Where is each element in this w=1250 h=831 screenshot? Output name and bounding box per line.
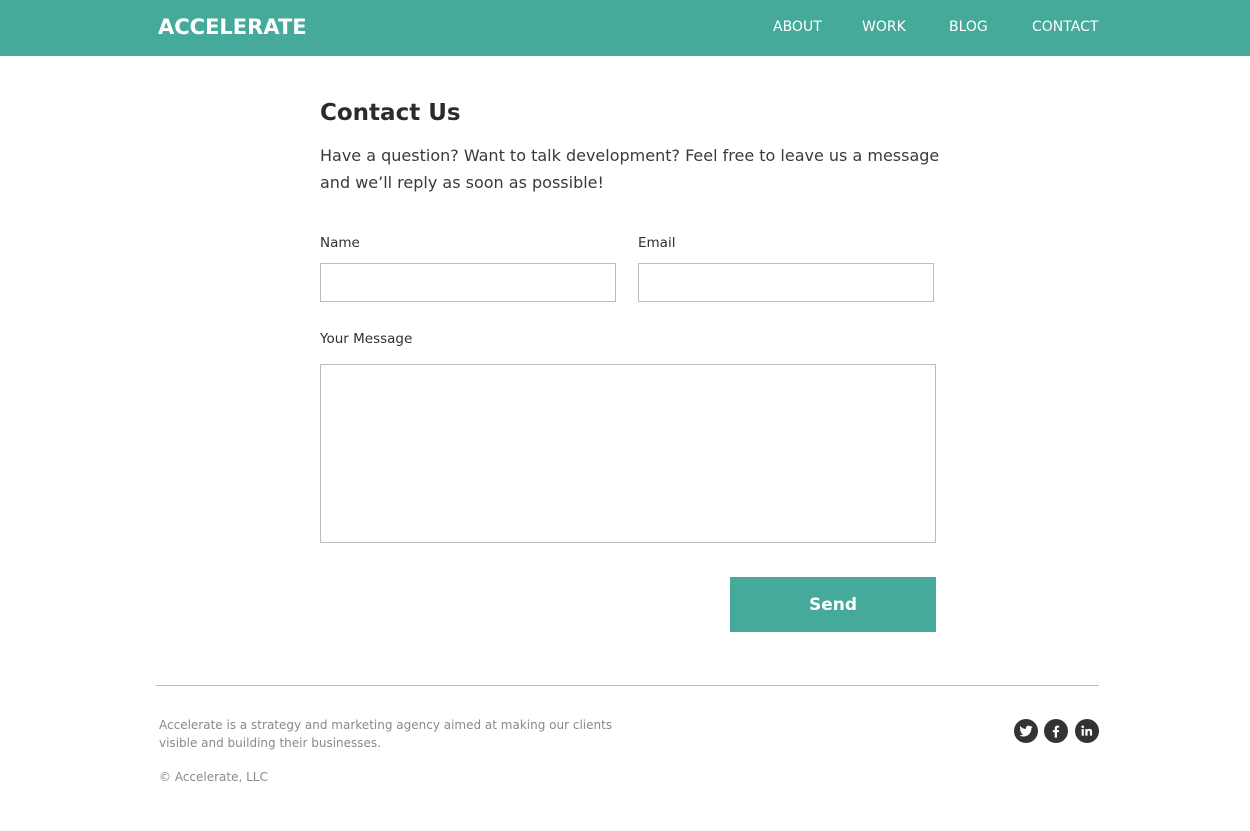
facebook-icon	[1052, 725, 1060, 738]
site-logo[interactable]: ACCELERATE	[158, 15, 307, 39]
send-button[interactable]: Send	[730, 577, 936, 632]
nav-item-blog[interactable]: BLOG	[949, 19, 988, 35]
nav-item-about[interactable]: ABOUT	[773, 19, 822, 35]
site-header: ACCELERATE ABOUT WORK BLOG CONTACT	[0, 0, 1250, 56]
facebook-link[interactable]	[1044, 719, 1068, 743]
nav-item-work[interactable]: WORK	[862, 19, 906, 35]
footer-divider	[156, 685, 1099, 686]
name-input[interactable]	[320, 263, 616, 302]
linkedin-icon	[1081, 725, 1093, 736]
twitter-link[interactable]	[1014, 719, 1038, 743]
twitter-icon	[1019, 725, 1033, 737]
email-input[interactable]	[638, 263, 934, 302]
message-label: Your Message	[320, 331, 413, 347]
message-textarea[interactable]	[320, 364, 936, 543]
nav-item-contact[interactable]: CONTACT	[1032, 19, 1098, 35]
intro-text: Have a question? Want to talk developmen…	[320, 146, 940, 192]
linkedin-link[interactable]	[1075, 719, 1099, 743]
email-label: Email	[638, 235, 676, 251]
copyright-text: © Accelerate, LLC	[159, 770, 268, 784]
name-label: Name	[320, 235, 360, 251]
page-title: Contact Us	[320, 100, 461, 126]
footer-description: Accelerate is a strategy and marketing a…	[159, 718, 613, 750]
